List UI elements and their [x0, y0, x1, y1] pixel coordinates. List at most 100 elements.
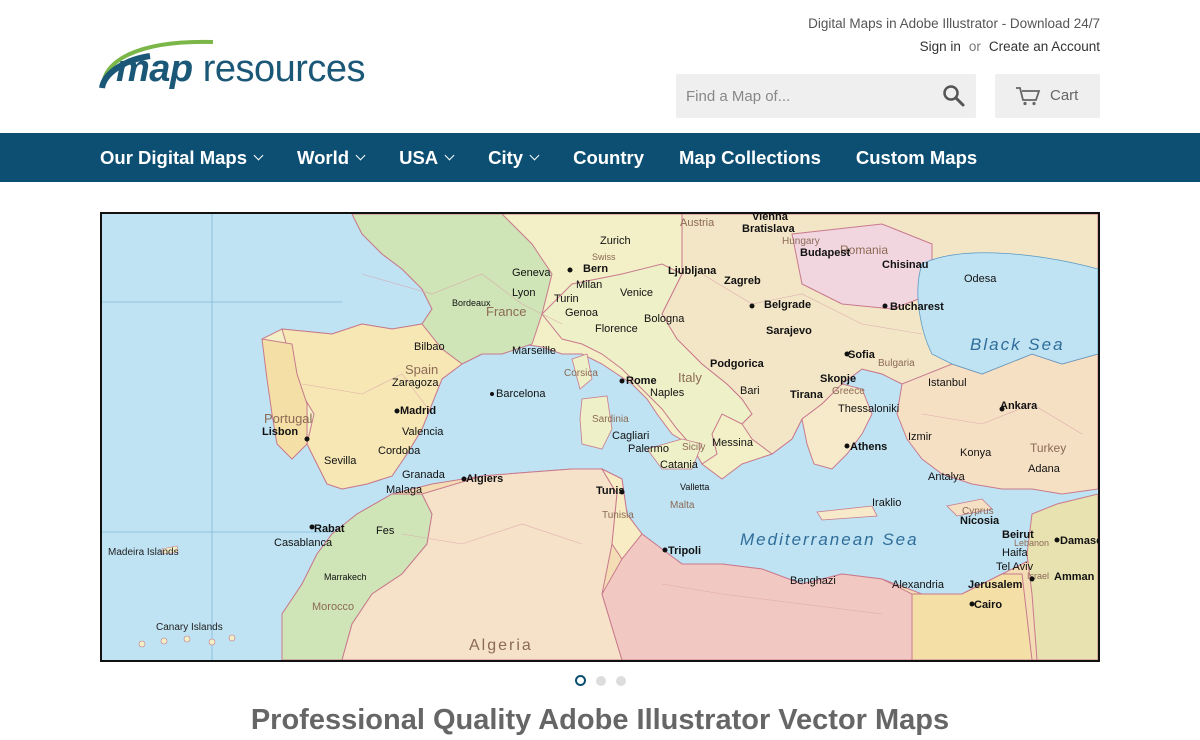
nav-item-country[interactable]: Country — [573, 147, 644, 169]
city-label-chisinau: Chisinau — [882, 259, 928, 271]
nav-item-city[interactable]: City — [488, 146, 540, 169]
nav-item-custom-maps[interactable]: Custom Maps — [856, 147, 977, 169]
city-label-tel-aviv: Tel Aviv — [996, 561, 1034, 573]
city-label-genoa: Genoa — [565, 307, 599, 319]
country-label-sicily: Sicily — [682, 442, 705, 453]
city-label-vienna: Vienna — [752, 214, 789, 223]
search-icon — [943, 85, 965, 107]
city-label-haifa: Haifa — [1002, 547, 1029, 559]
sign-in-link[interactable]: Sign in — [920, 39, 961, 54]
site-header: map resources Digital Maps in Adobe Illu… — [0, 0, 1200, 133]
nav-item-map-collections[interactable]: Map Collections — [679, 147, 821, 169]
search-button[interactable] — [940, 82, 968, 110]
city-label-alexandria: Alexandria — [892, 579, 945, 591]
country-label-malta: Malta — [670, 500, 695, 511]
city-label-belgrade: Belgrade — [764, 299, 811, 311]
nav-item-our-digital-maps[interactable]: Our Digital Maps — [100, 146, 264, 169]
city-label-milan: Milan — [576, 279, 602, 291]
city-label-cagliari: Cagliari — [612, 430, 649, 442]
create-account-link[interactable]: Create an Account — [989, 39, 1100, 54]
city-label-turin: Turin — [554, 293, 579, 305]
country-label-italy: Italy — [678, 370, 702, 385]
city-label-podgorica: Podgorica — [710, 358, 765, 370]
city-label-naples: Naples — [650, 387, 685, 399]
city-label-adana: Adana — [1028, 463, 1061, 475]
cart-label: Cart — [1050, 87, 1079, 104]
country-label-sardinia: Sardinia — [592, 414, 629, 425]
city-label-valencia: Valencia — [402, 426, 444, 438]
mediterranean-map: Black Sea Mediterranean Sea France Spain… — [102, 214, 1098, 660]
city-label-ljubljana: Ljubljana — [668, 265, 717, 277]
logo-word-map: map — [116, 48, 193, 90]
city-label-budapest: Budapest — [800, 247, 850, 259]
city-label-bucharest: Bucharest — [890, 301, 944, 313]
country-label-morocco: Morocco — [312, 601, 354, 613]
logo-word-resources: resources — [202, 48, 366, 90]
city-label-lyon: Lyon — [512, 287, 535, 299]
city-label-jerusalem: Jerusalem — [968, 579, 1023, 591]
city-label-rabat: Rabat — [314, 523, 345, 535]
nav-item-world[interactable]: World — [297, 146, 366, 169]
country-label-tunisia: Tunisia — [602, 510, 634, 521]
city-label-marrakech: Marrakech — [324, 572, 367, 582]
nav-item-label: World — [297, 146, 350, 168]
city-label-granada: Granada — [402, 469, 446, 481]
chevron-down-icon — [444, 150, 455, 161]
city-label-athens: Athens — [850, 441, 887, 453]
cart-button[interactable]: Cart — [995, 74, 1100, 118]
nav-item-label: City — [488, 146, 524, 168]
country-label-algeria: Algeria — [469, 637, 533, 654]
city-label-casablanca: Casablanca — [274, 537, 333, 549]
cart-icon — [1016, 87, 1041, 106]
site-logo[interactable]: map resources — [98, 36, 408, 98]
city-label-messina: Messina — [712, 437, 754, 449]
carousel-dot-2[interactable] — [595, 675, 606, 686]
city-label-madrid: Madrid — [400, 405, 436, 417]
nav-item-label: Map Collections — [679, 146, 821, 168]
country-label-corsica: Corsica — [564, 368, 598, 379]
country-label-spain: Spain — [405, 362, 438, 377]
city-label-konya: Konya — [960, 447, 992, 459]
city-label-bern: Bern — [583, 263, 608, 275]
city-label-tirana: Tirana — [790, 389, 824, 401]
city-label-bologna: Bologna — [644, 313, 685, 325]
city-label-malaga: Malaga — [386, 484, 423, 496]
carousel-dot-3[interactable] — [615, 675, 626, 686]
city-label-geneva: Geneva — [512, 267, 551, 279]
nav-item-label: Our Digital Maps — [100, 146, 247, 168]
city-label-algiers: Algiers — [466, 473, 503, 485]
city-label-zagreb: Zagreb — [724, 275, 761, 287]
city-label-fes: Fes — [376, 525, 395, 537]
account-links: Sign in or Create an Account — [920, 39, 1100, 54]
nav-item-usa[interactable]: USA — [399, 146, 455, 169]
city-label-amman: Amman — [1054, 571, 1095, 583]
city-label-zaragoza: Zaragoza — [392, 377, 439, 389]
country-label-turkey: Turkey — [1030, 441, 1066, 455]
search-input[interactable] — [676, 74, 926, 118]
city-label-thessaloniki: Thessaloniki — [838, 403, 899, 415]
city-label-palermo: Palermo — [628, 443, 669, 455]
city-label-barcelona: Barcelona — [496, 388, 546, 400]
city-label-izmir: Izmir — [908, 431, 932, 443]
chevron-down-icon — [253, 150, 264, 161]
city-label-tripoli: Tripoli — [668, 545, 701, 557]
search-form — [676, 74, 976, 118]
city-label-valletta: Valletta — [680, 482, 709, 492]
chevron-down-icon — [529, 150, 540, 161]
city-label-zurich: Zurich — [600, 235, 631, 247]
city-label-cairo: Cairo — [974, 599, 1002, 611]
city-label-cordoba: Cordoba — [378, 445, 421, 457]
city-label-rome: Rome — [626, 375, 657, 387]
nav-item-label: USA — [399, 146, 439, 168]
nav-item-label: Country — [573, 146, 645, 168]
country-label-austria: Austria — [680, 217, 715, 229]
sea-label-mediterranean: Mediterranean Sea — [740, 530, 919, 549]
city-label-damascus: Damascus — [1060, 535, 1098, 547]
city-label-bordeaux: Bordeaux — [452, 298, 491, 308]
city-label-iraklio: Iraklio — [872, 497, 901, 509]
hero-map-slide[interactable]: Black Sea Mediterranean Sea France Spain… — [100, 212, 1100, 662]
account-or-text: or — [968, 39, 981, 54]
carousel-dot-1[interactable] — [574, 675, 586, 687]
city-label-florence: Florence — [595, 323, 638, 335]
country-label-portugal: Portugal — [264, 411, 313, 426]
